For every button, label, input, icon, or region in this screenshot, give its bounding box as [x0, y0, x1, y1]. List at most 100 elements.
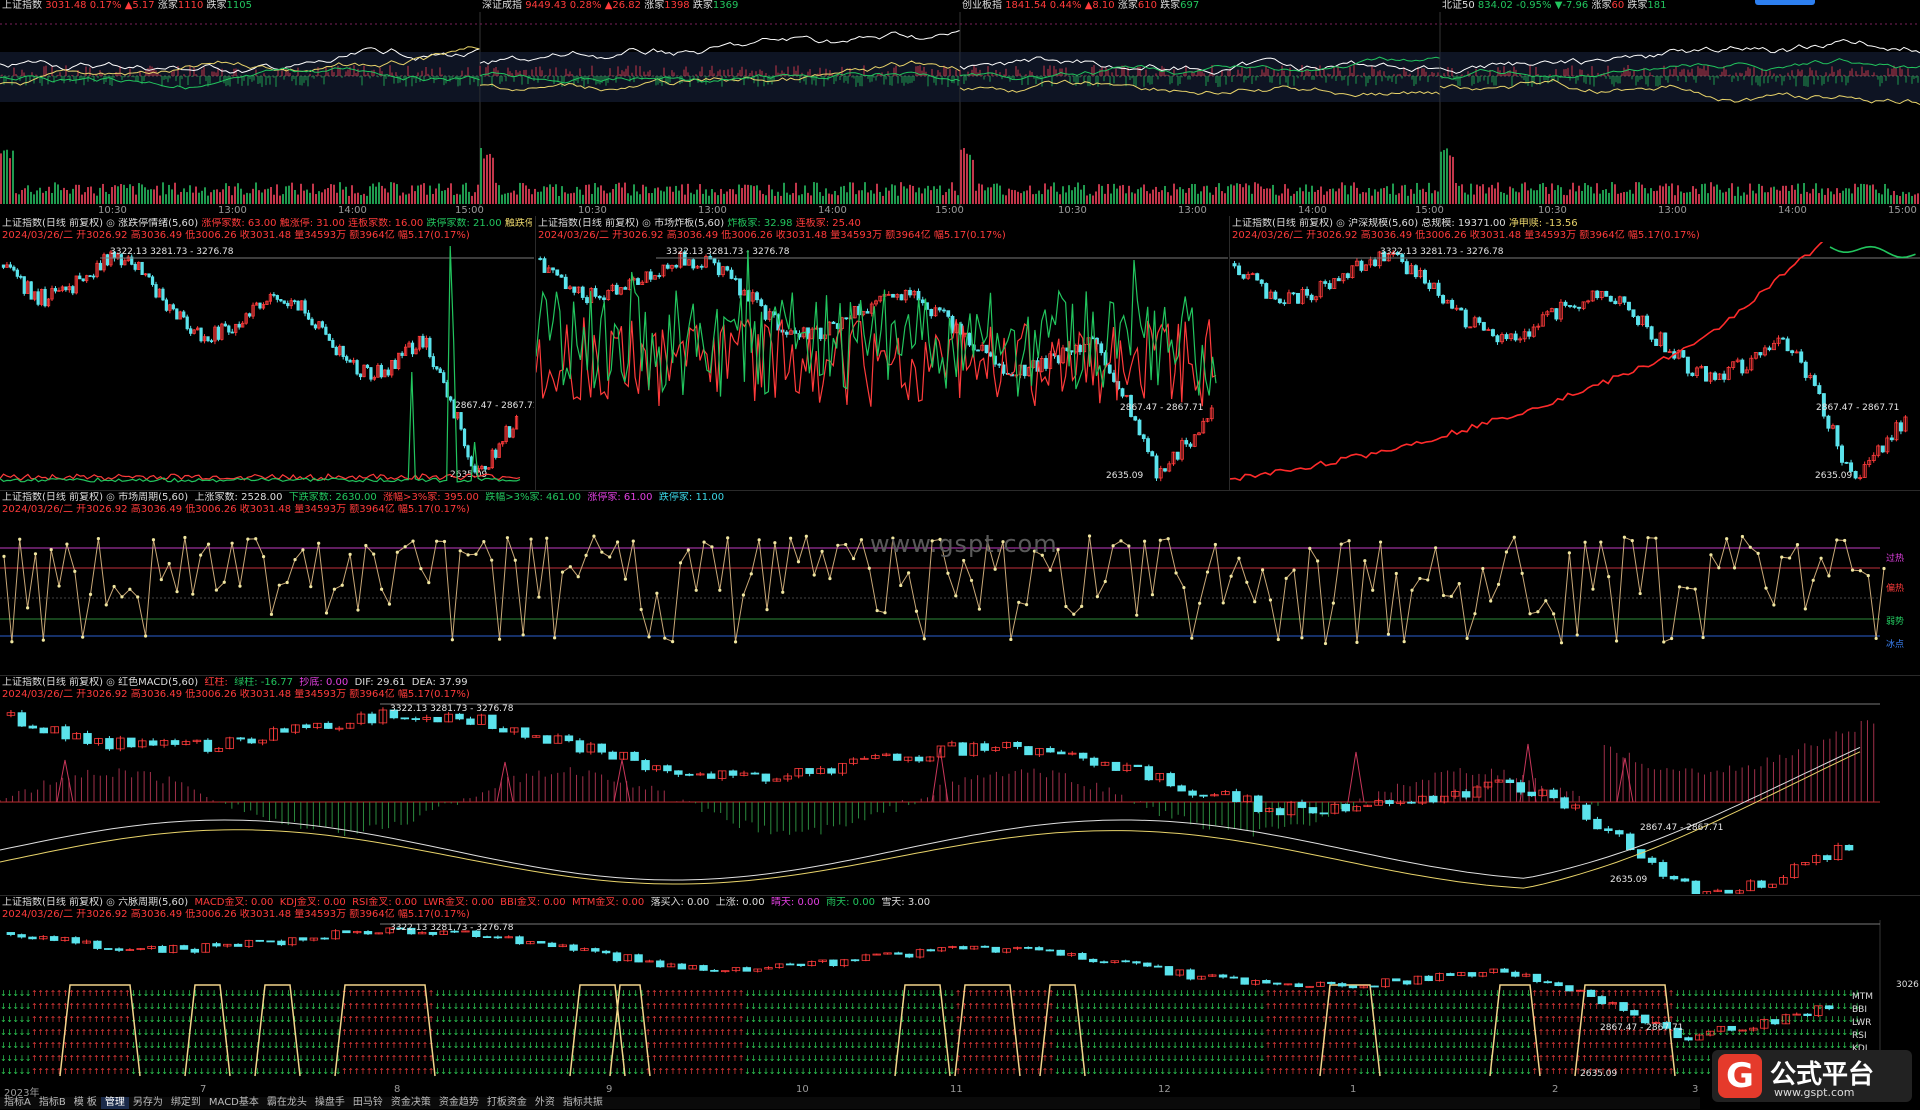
- cycle-point: [851, 556, 856, 561]
- volume-bar: [978, 183, 980, 204]
- volume-bar: [1077, 182, 1079, 204]
- volume-bar: [1605, 189, 1607, 204]
- panel-divider[interactable]: [535, 216, 536, 490]
- volume-bar: [1272, 184, 1274, 204]
- volume-bar: [1203, 186, 1205, 204]
- volume-bar: [1869, 185, 1871, 204]
- price-candle: [716, 262, 721, 276]
- indicator-name[interactable]: 六脉周期(5,60): [118, 897, 188, 908]
- volume-bar: [1827, 188, 1829, 204]
- indicator-name[interactable]: 红色MACD(5,60): [118, 677, 198, 688]
- row-divider[interactable]: [0, 675, 1920, 676]
- cycle-point: [2, 554, 6, 558]
- cycle-point: [655, 591, 659, 595]
- indicator-name[interactable]: 涨跌停情绪(5,60): [118, 218, 198, 229]
- cycle-point: [1512, 535, 1516, 539]
- volume-bar: [1671, 183, 1673, 204]
- volume-bar: [315, 194, 317, 204]
- indicator-name[interactable]: 市场炸板(5,60): [654, 218, 724, 229]
- cycle-point: [584, 553, 588, 557]
- volume-bar: [270, 186, 272, 204]
- cycle-point: [678, 561, 683, 565]
- price-candle: [1631, 309, 1636, 317]
- price-candle: [1323, 281, 1328, 284]
- cycle-point: [458, 549, 462, 553]
- price-candle: [1259, 279, 1264, 284]
- panel-divider[interactable]: [1229, 216, 1230, 490]
- volume-bar: [1326, 191, 1328, 204]
- row-divider[interactable]: [0, 490, 1920, 491]
- volume-bar: [1353, 182, 1355, 204]
- volume-bar: [1041, 194, 1043, 204]
- volume-bar: [1719, 189, 1721, 204]
- volume-bar: [1506, 194, 1508, 204]
- cycle-point: [73, 569, 77, 573]
- volume-bar: [390, 182, 392, 204]
- volume-bar: [246, 192, 248, 204]
- price-candle: [43, 288, 47, 307]
- volume-bar: [1017, 191, 1019, 204]
- row-divider[interactable]: [0, 895, 1920, 896]
- ticker-item-cyb[interactable]: 创业板指 1841.54 0.44% ▲8.10 涨家610 跌家697: [962, 0, 1199, 12]
- panel3-header: 上证指数(日线 前复权) ◎ 沪深规模(5,60) 总规模: 19371.00 …: [1232, 218, 1578, 229]
- volume-bar: [36, 190, 38, 204]
- volume-bar: [1470, 183, 1472, 204]
- volume-bar: [1899, 195, 1901, 204]
- volume-bar: [1614, 184, 1616, 204]
- volume-bar: [1293, 193, 1295, 204]
- price-candle: [563, 276, 568, 290]
- price-candle: [306, 312, 311, 320]
- indicator-name[interactable]: 市场周期(5,60): [118, 492, 188, 503]
- volume-bar: [303, 190, 305, 204]
- price-candle: [1359, 260, 1364, 271]
- volume-bar: [921, 193, 923, 204]
- price-candle: [247, 313, 252, 317]
- ticker-item-sh[interactable]: 上证指数 3031.48 0.17% ▲5.17 涨家1110 跌家1105: [2, 0, 252, 12]
- price-candle: [608, 751, 617, 760]
- volume-bar: [687, 183, 689, 204]
- top-right-button[interactable]: [1755, 0, 1815, 5]
- cycle-point: [608, 555, 612, 559]
- volume-bar: [222, 189, 224, 204]
- indicator-name[interactable]: 沪深规模(5,60): [1348, 218, 1418, 229]
- cycle-point: [1772, 603, 1776, 607]
- cycle-point: [1064, 604, 1068, 609]
- volume-bar: [1554, 190, 1556, 204]
- volume-bar: [756, 185, 758, 204]
- volume-bar: [1305, 184, 1307, 204]
- price-candle: [1889, 437, 1894, 441]
- cycle-point: [1418, 576, 1422, 581]
- volume-bar: [846, 192, 848, 204]
- volume-bar: [1113, 183, 1115, 204]
- cycle-point: [1166, 537, 1170, 541]
- volume-bar: [348, 195, 350, 204]
- volume-bar: [30, 191, 32, 204]
- volume-bar: [660, 190, 662, 204]
- time-label: 13:00: [1178, 205, 1207, 216]
- indicator-icon: ◎: [106, 897, 115, 908]
- volume-bar: [423, 183, 425, 204]
- volume-bar: [1623, 192, 1625, 204]
- volume-bar: [306, 189, 308, 204]
- price-candle: [12, 266, 16, 271]
- price-candle: [1341, 803, 1350, 812]
- volume-bar: [51, 192, 53, 204]
- cycle-point: [372, 552, 376, 556]
- volume-bar: [567, 193, 569, 204]
- price-candle: [1427, 282, 1432, 289]
- ticker-item-bz50[interactable]: 北证50 834.02 -0.95% ▼-7.96 涨家60 跌家181: [1442, 0, 1666, 12]
- volume-bar: [1257, 183, 1259, 204]
- cycle-point: [379, 587, 384, 591]
- price-candle: [209, 340, 214, 343]
- cycle-point: [238, 584, 242, 588]
- volume-bar: [1563, 194, 1565, 204]
- volume-bar: [1236, 183, 1238, 204]
- price-candle: [236, 737, 245, 740]
- cycle-point: [710, 545, 714, 549]
- ticker-item-sz[interactable]: 深证成指 9449.43 0.28% ▲26.82 涨家1398 跌家1369: [482, 0, 738, 12]
- cycle-point: [804, 534, 808, 538]
- mid-marker: 2867.47 - 2867.71: [1640, 823, 1723, 833]
- volume-bar: [459, 194, 461, 204]
- price-candle: [538, 258, 543, 260]
- volume-bar: [87, 187, 89, 204]
